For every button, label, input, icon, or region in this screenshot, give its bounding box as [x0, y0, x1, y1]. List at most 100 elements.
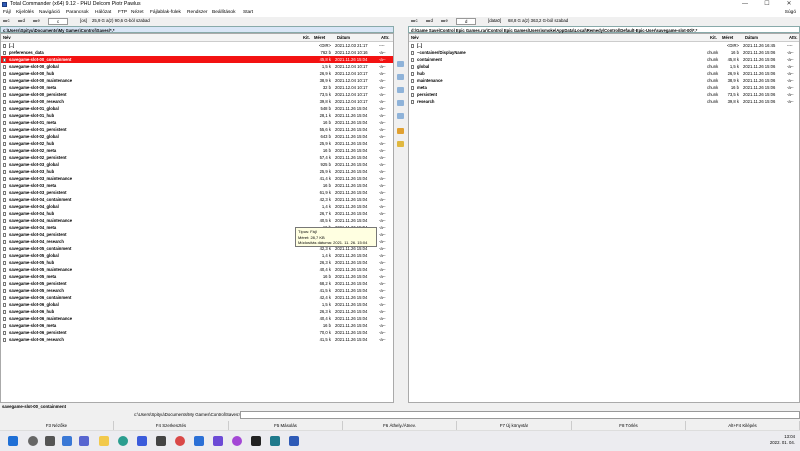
col-attr[interactable]: Attr. [381, 35, 389, 40]
app-icon[interactable] [194, 436, 204, 446]
file-row[interactable]: global chunk 1,5 k 2021.11.26 15:06 -a-- [409, 63, 799, 70]
altf4-exit-button[interactable]: Alt+F4 Kilépés [686, 421, 800, 430]
start-icon[interactable] [8, 436, 18, 446]
file-row[interactable]: savegame-slot-02_persistent 57,4 k 2021.11… [1, 154, 393, 161]
menu-start[interactable]: Start [243, 10, 253, 15]
col-size[interactable]: Méret [722, 35, 733, 40]
file-row[interactable]: savegame-slot-06_global 1,5 k 2021.11.26 1… [1, 301, 393, 308]
file-row[interactable]: ~container/DisplayName chunk 16 b 2021.11.2… [409, 49, 799, 56]
right-drive-d[interactable]: d [426, 18, 433, 23]
left-drive-d[interactable]: d [18, 18, 25, 23]
chat-icon[interactable] [79, 436, 89, 446]
f6-move-button[interactable]: F6 Áthely./Átnev. [343, 421, 457, 430]
file-row[interactable]: savegame-slot-01_global 548 b 2021.11.26 1… [1, 105, 393, 112]
f7-newfolder-button[interactable]: F7 Új könyvtár [457, 421, 572, 430]
file-row[interactable]: research chunk 39,8 k 2021.11.26 15:06 -a-- [409, 98, 799, 105]
file-row[interactable]: savegame-slot-00_meta 32 b 2021.12.04 10:1… [1, 84, 393, 91]
file-row[interactable]: savegame-slot-04_maintenance 40,5 k 2021.1… [1, 217, 393, 224]
pack-icon[interactable] [397, 128, 404, 134]
folder-icon[interactable] [397, 141, 404, 147]
total-commander-icon[interactable] [289, 436, 299, 446]
menu-navigation[interactable]: Navigáció [39, 10, 60, 15]
app-icon[interactable] [156, 436, 166, 446]
maximize-button[interactable]: ☐ [756, 0, 778, 9]
task-view-icon[interactable] [45, 436, 55, 446]
f3-view-button[interactable]: F3 Nézőke [0, 421, 114, 430]
menu-settings[interactable]: Beállítások [212, 10, 235, 15]
file-row[interactable]: meta chunk 16 b 2021.11.26 15:06 -a-- [409, 84, 799, 91]
file-row[interactable]: preferences_data 762 b 2021.12.04 10:16 -a-… [1, 49, 393, 56]
menu-view[interactable]: Nézet [131, 10, 144, 15]
menu-tabs[interactable]: Fájlablak-fülek [150, 10, 181, 15]
file-row[interactable]: savegame-slot-05_persistent 68,2 k 2021.11… [1, 280, 393, 287]
app-icon[interactable] [251, 436, 261, 446]
left-path-bar[interactable]: c:\Users\Spityu\Documents\My Games\Contr… [0, 26, 394, 33]
file-row[interactable]: savegame-slot-00_maintenance 38,9 k 2021.1… [1, 77, 393, 84]
col-ext[interactable]: Kit. [710, 35, 717, 40]
file-row[interactable]: savegame-slot-04_containment 42,3 k 2021.1… [1, 196, 393, 203]
command-line-input[interactable] [240, 411, 800, 419]
file-row[interactable]: hub chunk 26,9 k 2021.11.26 15:06 -a-- [409, 70, 799, 77]
left-drive-c[interactable]: c [3, 18, 10, 23]
file-row[interactable]: savegame-slot-05_meta 16 b 2021.11.26 15:0… [1, 273, 393, 280]
view-icon[interactable] [397, 100, 404, 106]
file-row[interactable]: savegame-slot-05_hub 26,3 k 2021.11.26 15:… [1, 259, 393, 266]
widgets-icon[interactable] [62, 436, 72, 446]
file-row[interactable]: savegame-slot-00_global 1,5 k 2021.12.04 1… [1, 63, 393, 70]
file-row[interactable]: savegame-slot-03_persistent 61,9 k 2021.11… [1, 189, 393, 196]
col-date[interactable]: Dátum [745, 35, 758, 40]
file-row[interactable]: savegame-slot-01_persistent 55,6 k 2021.11… [1, 126, 393, 133]
file-row[interactable]: savegame-slot-03_meta 16 b 2021.11.26 15:0… [1, 182, 393, 189]
left-drive-e[interactable]: e [33, 18, 40, 23]
compare-icon[interactable] [397, 74, 404, 80]
file-row[interactable]: savegame-slot-00_research 39,8 k 2021.12.0… [1, 98, 393, 105]
store-icon[interactable] [137, 436, 147, 446]
right-drive-e[interactable]: e [441, 18, 448, 23]
col-name[interactable]: Név [411, 35, 419, 40]
search-icon[interactable] [397, 61, 404, 67]
file-row[interactable]: savegame-slot-06_containment 42,4 k 2021.1… [1, 294, 393, 301]
menu-network[interactable]: Hálózat [95, 10, 111, 15]
file-row[interactable]: savegame-slot-03_maintenance 41,4 k 2021.1… [1, 175, 393, 182]
edit-icon[interactable] [397, 113, 404, 119]
sync-icon[interactable] [397, 87, 404, 93]
app-icon[interactable] [232, 436, 242, 446]
minimize-button[interactable]: — [734, 0, 756, 9]
search-icon[interactable] [28, 436, 38, 446]
file-row[interactable]: savegame-slot-04_hub 26,7 k 2021.11.26 15:… [1, 210, 393, 217]
file-row[interactable]: savegame-slot-04_global 1,4 k 2021.11.26 1… [1, 203, 393, 210]
file-row[interactable]: maintenance chunk 38,9 k 2021.11.26 15:06 -a… [409, 77, 799, 84]
edge-icon[interactable] [118, 436, 128, 446]
file-explorer-icon[interactable] [99, 436, 109, 446]
close-button[interactable]: ✕ [778, 0, 800, 9]
f5-copy-button[interactable]: F5 Másolás [229, 421, 343, 430]
menu-commands[interactable]: Parancsok [66, 10, 89, 15]
file-row[interactable]: savegame-slot-05_research 41,5 k 2021.11.2… [1, 287, 393, 294]
file-row[interactable]: savegame-slot-01_hub 28,1 k 2021.11.26 15:… [1, 112, 393, 119]
file-row[interactable]: savegame-slot-00_persistent 73,5 k 2021.12… [1, 91, 393, 98]
file-row[interactable]: savegame-slot-01_meta 16 b 2021.11.26 15:0… [1, 119, 393, 126]
file-row[interactable]: savegame-slot-00_containment 45,8 k 2021.1… [1, 56, 393, 63]
menu-ftp[interactable]: FTP [118, 10, 127, 15]
col-ext[interactable]: Kit. [303, 35, 310, 40]
col-name[interactable]: Név [3, 35, 11, 40]
file-row[interactable]: [..] <DIR> 2021.12.03 21:17 ---- [1, 42, 393, 49]
clock[interactable]: 13:04 2022. 01. 04. [755, 434, 795, 446]
file-row[interactable]: savegame-slot-05_global 1,4 k 2021.11.26 1… [1, 252, 393, 259]
file-row[interactable]: containment chunk 45,8 k 2021.11.26 15:06 -a… [409, 56, 799, 63]
file-row[interactable]: savegame-slot-03_global 925 b 2021.11.26 1… [1, 161, 393, 168]
file-row[interactable]: savegame-slot-06_meta 16 b 2021.11.26 15:0… [1, 322, 393, 329]
opera-icon[interactable] [175, 436, 185, 446]
f4-edit-button[interactable]: F4 Szerkesztés [114, 421, 229, 430]
right-drive-c[interactable]: c [411, 18, 418, 23]
left-file-panel[interactable]: Név Kit. Méret Dátum Attr. [..] <DIR> 2021… [0, 33, 394, 403]
menu-system[interactable]: Rendszer [187, 10, 208, 15]
menu-help[interactable]: Súgó [785, 10, 796, 15]
file-row[interactable]: savegame-slot-05_maintenance 40,4 k 2021.1… [1, 266, 393, 273]
file-row[interactable]: savegame-slot-02_meta 16 b 2021.11.26 15:0… [1, 147, 393, 154]
file-row[interactable]: savegame-slot-06_maintenance 40,4 k 2021.1… [1, 315, 393, 322]
col-date[interactable]: Dátum [337, 35, 350, 40]
file-row[interactable]: savegame-slot-00_hub 26,9 k 2021.12.04 10:… [1, 70, 393, 77]
f8-delete-button[interactable]: F8 Törlés [572, 421, 686, 430]
right-path-bar[interactable]: d:\Game Save\Control Epic Games.rar\Cont… [408, 26, 800, 33]
